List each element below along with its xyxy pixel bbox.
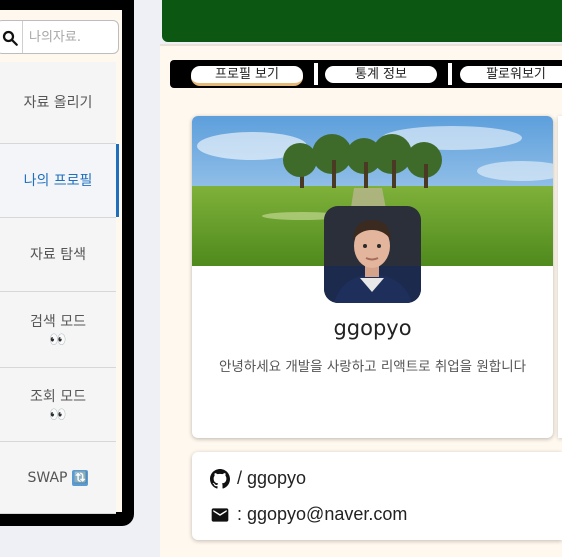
swap-icon: 🔃 xyxy=(72,469,89,486)
sidebar-item-label: 자료 탐색 xyxy=(30,246,86,263)
avatar-image xyxy=(324,206,421,303)
eyes-icon: 👀 xyxy=(49,406,67,423)
tab-label: 프로필 보기 xyxy=(215,67,279,82)
search-icon xyxy=(2,30,18,46)
tab-profile-view[interactable]: 프로필 보기 xyxy=(191,66,303,86)
tab-divider xyxy=(314,63,318,85)
tab-label: 통계 정보 xyxy=(355,67,407,82)
profile-card: ggopyo 안녕하세요 개발을 사랑하고 리액트로 취업을 원합니다 xyxy=(192,116,553,438)
tab-bar: 프로필 보기 통계 정보 팔로워보기 xyxy=(170,60,562,88)
tab-followers[interactable]: 팔로워보기 xyxy=(460,66,562,83)
sidebar-item-label: 나의 프로필 xyxy=(23,172,93,189)
profile-username: ggopyo xyxy=(333,316,412,340)
sidebar-item-search-mode[interactable]: 검색 모드 👀 xyxy=(0,292,116,368)
main-content: 프로필 보기 통계 정보 팔로워보기 ggopyo 안녕하세요 개발을 사랑하고… xyxy=(160,44,562,557)
github-row[interactable]: / ggopyo xyxy=(210,468,306,489)
avatar xyxy=(324,206,421,303)
sidebar: 자료 올리기 나의 프로필 자료 탐색 검색 모드 👀 조회 모드 👀 SWAP… xyxy=(0,0,134,526)
sidebar-item-label: 검색 모드 xyxy=(30,313,86,330)
sidebar-panel: 자료 올리기 나의 프로필 자료 탐색 검색 모드 👀 조회 모드 👀 SWAP… xyxy=(0,10,122,514)
contact-card: / ggopyo : ggopyo@naver.com xyxy=(192,452,562,540)
sidebar-item-my-profile[interactable]: 나의 프로필 xyxy=(0,144,119,218)
sidebar-item-swap[interactable]: SWAP 🔃 xyxy=(0,442,116,514)
sidebar-item-label: SWAP xyxy=(27,469,68,486)
search-input[interactable] xyxy=(29,27,115,47)
adjacent-card-edge xyxy=(558,116,562,438)
github-icon xyxy=(210,468,230,489)
sidebar-item-label: 자료 올리기 xyxy=(23,94,93,111)
swap-row: SWAP 🔃 xyxy=(28,468,89,488)
search-icon-button[interactable] xyxy=(0,21,23,53)
email-text: : ggopyo@naver.com xyxy=(237,504,408,524)
email-row[interactable]: : ggopyo@naver.com xyxy=(210,504,407,525)
top-header-bar xyxy=(162,0,562,42)
profile-bio: 안녕하세요 개발을 사랑하고 리액트로 취업을 원합니다 xyxy=(218,359,527,375)
tab-statistics[interactable]: 통계 정보 xyxy=(325,66,437,83)
eyes-icon: 👀 xyxy=(49,331,67,348)
tab-label: 팔로워보기 xyxy=(486,67,546,82)
mail-icon xyxy=(211,507,229,522)
github-text: / ggopyo xyxy=(237,468,307,488)
search-box[interactable] xyxy=(0,20,119,54)
sidebar-item-label: 조회 모드 xyxy=(30,388,86,405)
sidebar-item-view-mode[interactable]: 조회 모드 👀 xyxy=(0,368,116,442)
sidebar-item-upload[interactable]: 자료 올리기 xyxy=(0,62,116,144)
sidebar-menu: 자료 올리기 나의 프로필 자료 탐색 검색 모드 👀 조회 모드 👀 SWAP… xyxy=(0,62,122,514)
tab-divider xyxy=(448,63,452,85)
sidebar-item-explore[interactable]: 자료 탐색 xyxy=(0,218,116,292)
